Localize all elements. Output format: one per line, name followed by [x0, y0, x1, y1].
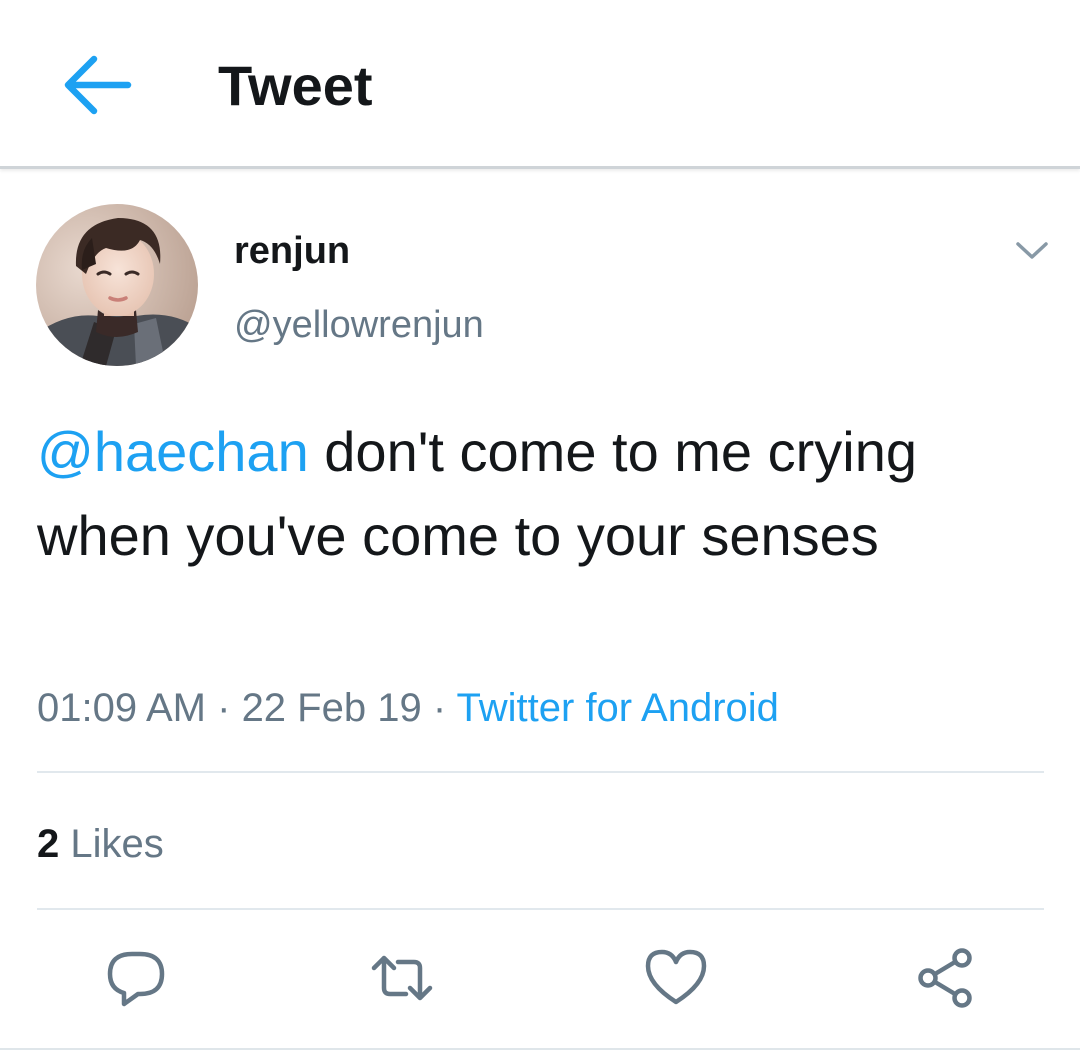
tweet-source-link[interactable]: Twitter for Android — [457, 686, 779, 730]
back-button[interactable] — [58, 52, 134, 118]
share-icon — [918, 948, 972, 1008]
profile-photo — [36, 204, 198, 366]
like-button[interactable] — [642, 944, 710, 1012]
top-app-bar: Tweet — [0, 0, 1080, 169]
meta-separator: · — [206, 686, 242, 730]
tweet-options-button[interactable] — [1010, 232, 1054, 268]
tweet-text: @haechan don't come to me crying when yo… — [37, 410, 1047, 578]
tweet-meta: 01:09 AM · 22 Feb 19 · Twitter for Andro… — [37, 684, 779, 732]
chevron-down-icon — [1016, 242, 1048, 259]
share-button[interactable] — [910, 944, 978, 1012]
divider — [37, 908, 1044, 910]
likes-count: 2 — [37, 822, 60, 866]
meta-separator-2: · — [421, 686, 457, 730]
tweet-date: 22 Feb 19 — [241, 686, 422, 730]
likes-label: Likes — [70, 822, 164, 866]
retweet-button[interactable] — [368, 944, 436, 1012]
heart-icon — [645, 949, 707, 1005]
tweet-detail-screen: Tweet renjun @yellowrenjun @haechan don'… — [0, 0, 1080, 1056]
likes-summary[interactable]: 2 Likes — [37, 820, 164, 868]
page-title: Tweet — [218, 54, 373, 117]
reply-icon — [107, 951, 165, 1007]
bottom-divider — [0, 1048, 1080, 1050]
author-handle[interactable]: @yellowrenjun — [234, 302, 484, 348]
divider — [37, 771, 1044, 773]
author-display-name[interactable]: renjun — [234, 228, 350, 274]
avatar[interactable] — [36, 204, 198, 366]
mention-link[interactable]: @haechan — [37, 420, 309, 483]
tweet-time: 01:09 AM — [37, 686, 207, 730]
retweet-icon — [371, 955, 433, 1001]
arrow-left-icon — [64, 55, 132, 115]
reply-button[interactable] — [102, 944, 170, 1012]
